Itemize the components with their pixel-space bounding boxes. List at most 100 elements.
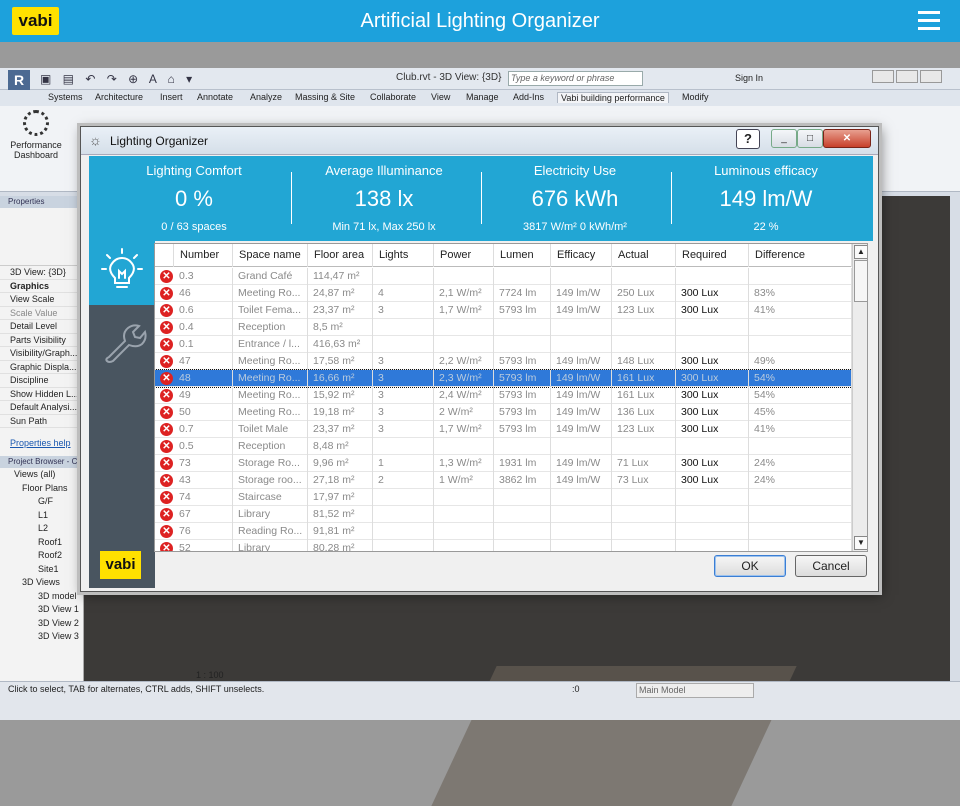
column-header[interactable]: Lumen (494, 244, 551, 267)
tree-item[interactable]: 3D View 1 (4, 603, 83, 617)
table-cell: Staircase (233, 489, 308, 506)
table-cell: 149 lm/W (551, 353, 612, 370)
tree-item[interactable]: G/F (4, 495, 83, 509)
table-row[interactable]: ✕ 48 Meeting Ro... 16,66 m² 3 2,3 W/m² 5793 lm… (155, 369, 853, 388)
table-row[interactable]: ✕ 67 Library 81,52 m² (155, 506, 852, 523)
table-row[interactable]: ✕ 46 Meeting Ro... 24,87 m² 4 2,1 W/m² 7724 lm… (155, 285, 852, 302)
tab-systems[interactable]: Systems (48, 92, 83, 102)
view-type-selector[interactable] (0, 208, 83, 266)
table-row[interactable]: ✕ 0.7 Toilet Male 23,37 m² 3 1,7 W/m² 5793 lm 1… (155, 421, 852, 438)
prop-row[interactable]: Default Analysi... (0, 401, 83, 415)
table-row[interactable]: ✕ 0.4 Reception 8,5 m² (155, 319, 852, 336)
table-row[interactable]: ✕ 52 Library 80,28 m² (155, 540, 852, 551)
table-cell (373, 489, 434, 506)
tree-item[interactable]: Roof1 (4, 536, 83, 550)
tree-item[interactable]: 3D View 3 (4, 630, 83, 644)
kpi-subtext: 0 / 63 spaces (161, 221, 227, 233)
scroll-thumb[interactable] (854, 260, 867, 302)
project-browser-tree: Views (all) Floor Plans G/F L1 L2 Roof1 … (0, 468, 83, 644)
cancel-button[interactable]: Cancel (795, 555, 867, 577)
prop-row[interactable]: Parts Visibility (0, 334, 83, 347)
prop-row[interactable]: View Scale (0, 293, 83, 307)
prop-row[interactable]: Detail Level (0, 320, 83, 334)
close-button[interactable]: ✕ (823, 129, 871, 148)
quick-access-toolbar[interactable]: ▣ ▤ ↶ ↷ ⊕ A ⌂ ▾ (40, 72, 196, 86)
column-header[interactable]: Efficacy (551, 244, 612, 267)
nav-lighting[interactable] (89, 241, 155, 305)
table-row[interactable]: ✕ 49 Meeting Ro... 15,92 m² 3 2,4 W/m² 5793 lm… (155, 387, 852, 404)
tab-collaborate[interactable]: Collaborate (370, 92, 416, 102)
tab-vabi[interactable]: Vabi building performance (557, 92, 669, 103)
properties-help-link[interactable]: Properties help (0, 436, 83, 450)
table-row[interactable]: ✕ 0.3 Grand Café 114,47 m² (155, 268, 852, 285)
column-header[interactable]: Difference (749, 244, 852, 267)
nav-settings[interactable] (89, 311, 155, 367)
tree-item[interactable]: 3D model (4, 590, 83, 604)
revit-window-controls[interactable] (870, 70, 950, 85)
dialog-titlebar[interactable]: ☼ Lighting Organizer ? _ □ ✕ (81, 127, 878, 155)
column-header[interactable]: Actual (612, 244, 676, 267)
table-cell (612, 540, 676, 551)
sign-in-link[interactable]: Sign In (735, 73, 763, 83)
column-header[interactable]: Floor area (308, 244, 373, 267)
tab-view[interactable]: View (431, 92, 450, 102)
tree-item[interactable]: Floor Plans (4, 482, 83, 496)
tab-manage[interactable]: Manage (466, 92, 499, 102)
search-input[interactable]: Type a keyword or phrase (508, 71, 643, 86)
table-row[interactable]: ✕ 47 Meeting Ro... 17,58 m² 3 2,2 W/m² 5793 lm… (155, 353, 852, 370)
table-row[interactable]: ✕ 74 Staircase 17,97 m² (155, 489, 852, 506)
column-header[interactable]: Space name (233, 244, 308, 267)
tree-item[interactable]: L2 (4, 522, 83, 536)
hamburger-menu-icon[interactable] (918, 11, 940, 31)
tab-annotate[interactable]: Annotate (197, 92, 233, 102)
tree-item[interactable]: 3D Views (4, 576, 83, 590)
scroll-down-icon[interactable]: ▼ (854, 536, 867, 550)
tree-item[interactable]: Roof2 (4, 549, 83, 563)
prop-row[interactable]: Sun Path (0, 415, 83, 428)
tree-item[interactable]: Views (all) (4, 468, 83, 482)
column-header[interactable]: Lights (373, 244, 434, 267)
view-type-label[interactable]: 3D View: {3D} (0, 266, 83, 280)
table-row[interactable]: ✕ 43 Storage roo... 27,18 m² 2 1 W/m² 3862 lm 1… (155, 472, 852, 489)
table-cell: 300 Lux (676, 353, 749, 370)
tab-modify[interactable]: Modify (682, 92, 709, 102)
column-header[interactable]: Number (174, 244, 233, 267)
tab-analyze[interactable]: Analyze (250, 92, 282, 102)
scroll-up-icon[interactable]: ▲ (854, 245, 867, 259)
table-cell: 149 lm/W (551, 302, 612, 319)
tab-architecture[interactable]: Architecture (95, 92, 143, 102)
help-button[interactable]: ? (736, 129, 760, 149)
maximize-button[interactable]: □ (797, 129, 823, 148)
minimize-button[interactable]: _ (771, 129, 797, 148)
tree-item[interactable]: 3D View 2 (4, 617, 83, 631)
prop-row[interactable]: Graphic Displa... (0, 361, 83, 374)
prop-row[interactable]: Visibility/Graph... (0, 347, 83, 361)
table-row[interactable]: ✕ 0.5 Reception 8,48 m² (155, 438, 852, 455)
table-cell: 24,87 m² (308, 285, 373, 302)
table-row[interactable]: ✕ 50 Meeting Ro... 19,18 m² 3 2 W/m² 5793 lm 14… (155, 404, 852, 421)
performance-dashboard-button[interactable]: Performance Dashboard (8, 110, 64, 160)
prop-row[interactable]: Discipline (0, 374, 83, 388)
table-cell: 5793 lm (494, 421, 551, 438)
column-header-status[interactable] (155, 244, 174, 267)
column-header[interactable]: Required (676, 244, 749, 267)
table-row[interactable]: ✕ 0.1 Entrance / l... 416,63 m² (155, 336, 852, 353)
table-row[interactable]: ✕ 73 Storage Ro... 9,96 m² 1 1,3 W/m² 1931 lm 1… (155, 455, 852, 472)
view-scale[interactable]: 1 : 100 (196, 670, 224, 680)
prop-row[interactable]: Show Hidden L... (0, 388, 83, 401)
error-icon: ✕ (160, 491, 173, 504)
table-cell: 17,97 m² (308, 489, 373, 506)
column-header[interactable]: Power (434, 244, 494, 267)
table-cell: 149 lm/W (551, 285, 612, 302)
table-row[interactable]: ✕ 76 Reading Ro... 91,81 m² (155, 523, 852, 540)
tree-item[interactable]: Site1 (4, 563, 83, 577)
tab-massing-site[interactable]: Massing & Site (295, 92, 355, 102)
table-row[interactable]: ✕ 0.6 Toilet Fema... 23,37 m² 3 1,7 W/m² 5793 … (155, 302, 852, 319)
table-cell: Toilet Male (233, 421, 308, 438)
vertical-scrollbar[interactable]: ▲ ▼ (852, 244, 867, 551)
main-model-select[interactable]: Main Model (636, 683, 754, 698)
tab-add-ins[interactable]: Add-Ins (513, 92, 544, 102)
ok-button[interactable]: OK (714, 555, 786, 577)
tab-insert[interactable]: Insert (160, 92, 183, 102)
tree-item[interactable]: L1 (4, 509, 83, 523)
